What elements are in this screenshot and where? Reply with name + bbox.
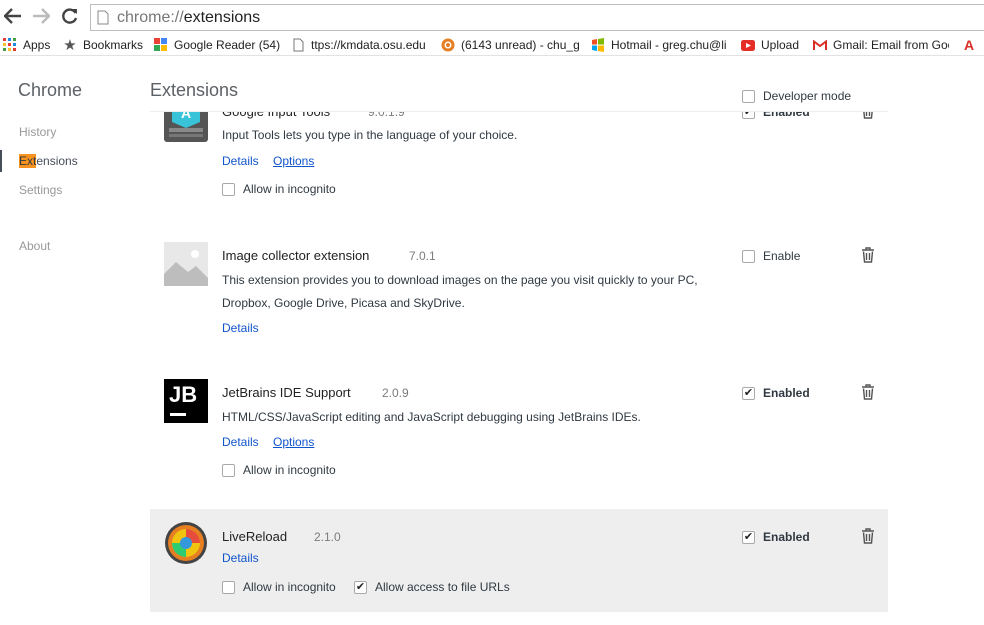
bookmark-label: Gmail: Email from Goo: [833, 38, 949, 52]
enable-label: Enable: [763, 249, 801, 263]
extension-version: 7.0.1: [409, 249, 436, 263]
bookmark-hotmail[interactable]: Hotmail - greg.chu@li: [591, 34, 727, 55]
extension-description: Input Tools lets you type in the languag…: [222, 128, 518, 142]
options-link[interactable]: Options: [273, 154, 314, 168]
bookmark-upload[interactable]: Upload: [741, 34, 800, 55]
bookmark-label: Google Reader (54): [174, 38, 281, 52]
enable-toggle[interactable]: Enable: [742, 249, 800, 263]
reload-icon: [62, 8, 78, 24]
extension-name: LiveReload: [222, 529, 288, 544]
sidebar-item-extensions[interactable]: Extensions: [19, 154, 78, 168]
address-bar[interactable]: chrome://extensions: [90, 4, 984, 31]
allow-incognito-toggle[interactable]: Allow in incognito: [222, 182, 336, 196]
extension-version: 2.1.0: [314, 530, 341, 544]
enable-toggle[interactable]: ✔ Enabled: [742, 386, 810, 400]
mail-icon: [441, 38, 455, 52]
extension-item-image-collector: Image collector extension 7.0.1 This ext…: [150, 234, 888, 344]
gmail-icon: [813, 38, 827, 52]
header-divider: [150, 111, 888, 112]
bookmark-label: Upload: [761, 38, 800, 52]
details-link[interactable]: Details: [222, 551, 259, 565]
bookmark-unread[interactable]: (6143 unread) - chu_g: [441, 34, 583, 55]
extension-version: 2.0.9: [382, 386, 409, 400]
windows-flag-icon: [591, 38, 605, 52]
translate-icon: A: [963, 37, 975, 53]
url-scheme: chrome://: [117, 8, 184, 26]
trash-icon[interactable]: [861, 528, 875, 544]
extension-item-jetbrains: JB JetBrains IDE Support 2.0.9 HTML/CSS/…: [150, 371, 888, 491]
bookmark-bookmarks[interactable]: ★ Bookmarks: [63, 34, 144, 55]
trash-icon[interactable]: [861, 384, 875, 400]
sidebar-item-about[interactable]: About: [19, 239, 50, 253]
developer-mode-checkbox[interactable]: [742, 89, 755, 103]
allow-incognito-toggle[interactable]: Allow in incognito: [222, 580, 336, 594]
google-reader-icon: [154, 38, 168, 52]
extension-name: Image collector extension: [222, 248, 370, 263]
url-path: extensions: [183, 8, 261, 26]
details-link[interactable]: Details: [222, 321, 259, 335]
developer-mode-toggle[interactable]: Developer mode: [742, 89, 851, 103]
extension-description: This extension provides you to download …: [222, 273, 698, 310]
forward-arrow-icon: [33, 8, 50, 24]
allow-incognito-toggle[interactable]: Allow in incognito: [222, 463, 336, 477]
allow-file-urls-checkbox[interactable]: ✔: [354, 580, 367, 594]
bookmark-google-reader[interactable]: Google Reader (54): [154, 34, 281, 55]
url-text: chrome://extensions: [117, 9, 260, 27]
bookmark-label: (6143 unread) - chu_g: [461, 38, 580, 52]
enable-label: Enabled: [763, 530, 810, 544]
bookmark-apps[interactable]: Apps: [3, 34, 51, 55]
extension-item-livereload: LiveReload 2.1.0 Details Allow in incogn…: [150, 509, 888, 612]
enable-toggle[interactable]: ✔ Enabled: [742, 530, 810, 544]
bookmark-label: ttps://kmdata.osu.edu: [311, 38, 426, 52]
bookmark-translate[interactable]: A: [962, 34, 982, 55]
allow-incognito-label: Allow in incognito: [243, 463, 336, 477]
allow-file-urls-label: Allow access to file URLs: [375, 580, 510, 594]
enable-label: Enabled: [763, 386, 810, 400]
page-title-text: Extensions: [150, 80, 239, 100]
bookmark-gmail[interactable]: Gmail: Email from Goo: [813, 34, 949, 55]
enable-checkbox[interactable]: [742, 249, 755, 263]
bookmark-label: Apps: [23, 38, 51, 52]
sidebar-item-history[interactable]: History: [19, 125, 56, 139]
page-icon: [291, 38, 305, 52]
bookmark-kmdata[interactable]: ttps://kmdata.osu.edu: [291, 34, 455, 55]
image-placeholder-icon: [164, 242, 208, 286]
trash-icon[interactable]: [861, 247, 875, 263]
details-link[interactable]: Details: [222, 435, 259, 449]
sidebar-item-label: ensions: [36, 154, 78, 168]
sidebar-selected-marker: [0, 150, 2, 172]
bookmarks-bar: Apps ★ Bookmarks Google Reader (54) ttps…: [0, 34, 984, 56]
extension-name: JetBrains IDE Support: [222, 385, 351, 400]
options-link[interactable]: Options: [273, 435, 314, 449]
back-button[interactable]: [3, 6, 23, 26]
bookmark-label: Hotmail - greg.chu@li: [611, 38, 727, 52]
search-highlight: Ext: [19, 154, 37, 168]
allow-incognito-checkbox[interactable]: [222, 182, 235, 196]
enable-checkbox[interactable]: ✔: [742, 530, 755, 544]
browser-toolbar: chrome://extensions: [0, 0, 984, 34]
allow-incognito-label: Allow in incognito: [243, 580, 336, 594]
developer-mode-label: Developer mode: [763, 89, 852, 103]
allow-incognito-checkbox[interactable]: [222, 580, 235, 594]
apps-grid-icon: [3, 38, 17, 52]
back-arrow-icon: [4, 8, 21, 24]
sidebar-title: Chrome: [18, 80, 83, 100]
bookmark-label: Bookmarks: [83, 38, 144, 52]
youtube-icon: [741, 38, 755, 52]
forward-button[interactable]: [31, 6, 51, 26]
details-link[interactable]: Details: [222, 154, 259, 168]
jetbrains-icon-bar: [170, 413, 186, 416]
enable-checkbox[interactable]: ✔: [742, 386, 755, 400]
page-icon: [97, 10, 109, 25]
sidebar-item-settings[interactable]: Settings: [19, 183, 62, 197]
allow-incognito-checkbox[interactable]: [222, 463, 235, 477]
reload-button[interactable]: [60, 6, 80, 26]
star-icon: ★: [63, 37, 77, 54]
extension-description: HTML/CSS/JavaScript editing and JavaScri…: [222, 410, 641, 424]
allow-file-urls-toggle[interactable]: ✔ Allow access to file URLs: [354, 580, 510, 594]
allow-incognito-label: Allow in incognito: [243, 182, 336, 196]
jetbrains-icon: JB: [164, 379, 208, 423]
livereload-icon: [165, 522, 207, 564]
jetbrains-icon-text: JB: [169, 382, 198, 407]
